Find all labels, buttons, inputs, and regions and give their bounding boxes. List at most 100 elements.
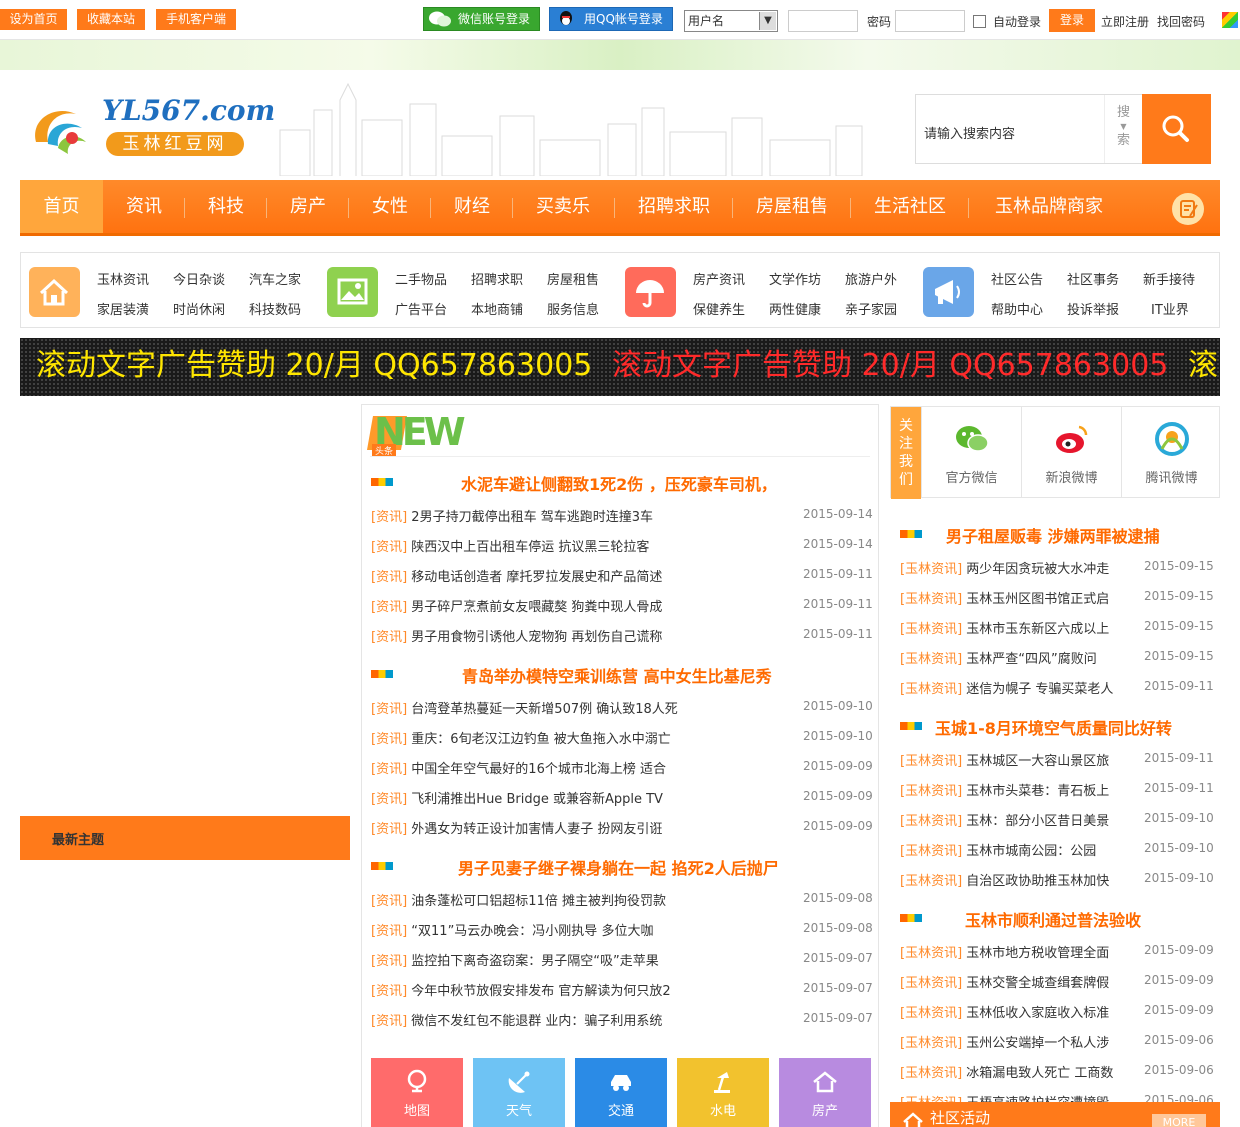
news-title[interactable]: 飞利浦推出Hue Bridge 或兼容新Apple TV: [411, 792, 663, 807]
news-tag[interactable]: [资讯]: [371, 822, 407, 837]
tile-traffic[interactable]: 交通: [575, 1058, 667, 1127]
cat-realestate-news[interactable]: 房产资讯: [693, 269, 745, 288]
news-title[interactable]: 两少年因贪玩被大水冲走: [966, 562, 1109, 577]
nav-brands[interactable]: 玉林品牌商家: [974, 180, 1124, 233]
cat-help[interactable]: 帮助中心: [991, 299, 1043, 318]
cat-ads[interactable]: 广告平台: [395, 299, 447, 318]
news-row[interactable]: [玉林资讯] 迷信为幌子 专骗买菜老人 2015-09-11: [900, 678, 1214, 698]
news-title[interactable]: 冰箱漏电致人死亡 工商数: [966, 1066, 1113, 1081]
news-tag[interactable]: [玉林资讯]: [900, 814, 962, 829]
news-title[interactable]: 玉林玉州区图书馆正式启: [966, 592, 1109, 607]
news-row[interactable]: [玉林资讯] 玉林玉州区图书馆正式启 2015-09-15: [900, 588, 1214, 608]
news-row[interactable]: [玉林资讯] 玉州公安端掉一个私人涉 2015-09-06: [900, 1032, 1214, 1052]
news-tag[interactable]: [资讯]: [371, 924, 407, 939]
social-wechat[interactable]: 官方微信: [921, 407, 1021, 497]
news-row[interactable]: [资讯] 中国全年空气最好的16个城市北海上榜 适合 2015-09-09: [371, 758, 873, 778]
nav-jobs[interactable]: 招聘求职: [620, 180, 728, 233]
social-sina-weibo[interactable]: 新浪微博: [1021, 407, 1121, 497]
cat-home-decor[interactable]: 家居装潢: [97, 299, 149, 318]
news-title[interactable]: 玉林市玉东新区六成以上: [966, 622, 1109, 637]
recover-password-link[interactable]: 找回密码: [1157, 13, 1205, 30]
cat-services[interactable]: 服务信息: [547, 299, 599, 318]
news-row[interactable]: [资讯] 陕西汉中上百出租车停运 抗议黑三轮拉客 2015-09-14: [371, 536, 873, 556]
cat-affairs[interactable]: 社区事务: [1067, 269, 1119, 288]
news-tag[interactable]: [玉林资讯]: [900, 592, 962, 607]
set-home-button[interactable]: 设为首页: [0, 9, 67, 30]
password-input[interactable]: [895, 10, 965, 32]
news-row[interactable]: [玉林资讯] 玉林市玉东新区六成以上 2015-09-15: [900, 618, 1214, 638]
news-tag[interactable]: [玉林资讯]: [900, 976, 962, 991]
news-title[interactable]: 外遇女为转正设计加害情人妻子 扮网友引诳: [411, 822, 662, 837]
nav-tech[interactable]: 科技: [190, 180, 262, 233]
news-tag[interactable]: [玉林资讯]: [900, 784, 962, 799]
news-tag[interactable]: [资讯]: [371, 510, 407, 525]
cat-secondhand[interactable]: 二手物品: [395, 269, 447, 288]
news-row[interactable]: [资讯] 外遇女为转正设计加害情人妻子 扮网友引诳 2015-09-09: [371, 818, 873, 838]
news-title[interactable]: 男子碎尸烹煮前女友喂藏獒 狗粪中现人骨成: [411, 600, 662, 615]
login-type-select[interactable]: 用户名 ▼: [684, 10, 778, 32]
news-title[interactable]: 重庆：6旬老汉江边钓鱼 被大鱼拖入水中溺亡: [411, 732, 670, 747]
cat-family[interactable]: 亲子家园: [845, 299, 897, 318]
skin-switch-icon[interactable]: [1222, 12, 1238, 28]
news-tag[interactable]: [资讯]: [371, 1014, 407, 1029]
news-title[interactable]: 玉林交警全城查缉套牌假: [966, 976, 1109, 991]
news-row[interactable]: [玉林资讯] 玉林严查“四风”腐败问 2015-09-15: [900, 648, 1214, 668]
cat-complaint[interactable]: 投诉举报: [1067, 299, 1119, 318]
cat-announcements[interactable]: 社区公告: [991, 269, 1043, 288]
cat-today-talk[interactable]: 今日杂谈: [173, 269, 225, 288]
news-title[interactable]: 移动电话创造者 摩托罗拉发展史和产品简述: [411, 570, 662, 585]
news-row[interactable]: [玉林资讯] 玉林：部分小区昔日美景 2015-09-10: [900, 810, 1214, 830]
news-row[interactable]: [资讯] 男子用食物引诱他人宠物狗 再划伤自己谎称 2015-09-11: [371, 626, 873, 646]
news-tag[interactable]: [玉林资讯]: [900, 562, 962, 577]
news-tag[interactable]: [资讯]: [371, 600, 407, 615]
tile-map[interactable]: 地图: [371, 1058, 463, 1127]
news-title[interactable]: 油条蓬松可口铝超标11倍 摊主被判拘役罚款: [411, 894, 666, 909]
headline-link[interactable]: 玉林市顺利通过普法验收: [965, 907, 1141, 931]
tile-utilities[interactable]: 水电: [677, 1058, 769, 1127]
news-row[interactable]: [玉林资讯] 玉林市城南公园：公园 2015-09-10: [900, 840, 1214, 860]
news-tag[interactable]: [玉林资讯]: [900, 1036, 962, 1051]
headline-link[interactable]: 青岛举办模特空乘训练营 高中女生比基尼秀: [462, 663, 772, 687]
news-title[interactable]: 中国全年空气最好的16个城市北海上榜 适合: [411, 762, 666, 777]
nav-finance[interactable]: 财经: [436, 180, 508, 233]
news-tag[interactable]: [资讯]: [371, 954, 407, 969]
news-title[interactable]: 玉林严查“四风”腐败问: [966, 652, 1096, 667]
news-tag[interactable]: [玉林资讯]: [900, 682, 962, 697]
cat-digital[interactable]: 科技数码: [249, 299, 301, 318]
bookmark-button[interactable]: 收藏本站: [77, 9, 145, 30]
site-logo[interactable]: YL567.com 玉林红豆网: [20, 94, 275, 160]
nav-news[interactable]: 资讯: [109, 180, 179, 233]
news-row[interactable]: [玉林资讯] 玉林交警全城查缉套牌假 2015-09-09: [900, 972, 1214, 992]
news-row[interactable]: [资讯] 男子碎尸烹煮前女友喂藏獒 狗粪中现人骨成 2015-09-11: [371, 596, 873, 616]
news-row[interactable]: [资讯] 台湾登革热蔓延一天新增507例 确认致18人死 2015-09-10: [371, 698, 873, 718]
news-tag[interactable]: [玉林资讯]: [900, 652, 962, 667]
news-row[interactable]: [玉林资讯] 玉林市地方税收管理全面 2015-09-09: [900, 942, 1214, 962]
news-title[interactable]: 玉林市头菜巷：青石板上: [966, 784, 1109, 799]
news-tag[interactable]: [玉林资讯]: [900, 844, 962, 859]
news-title[interactable]: 台湾登革热蔓延一天新增507例 确认致18人死: [411, 702, 678, 717]
cat-health[interactable]: 保健养生: [693, 299, 745, 318]
news-row[interactable]: [资讯] 油条蓬松可口铝超标11倍 摊主被判拘役罚款 2015-09-08: [371, 890, 873, 910]
username-input[interactable]: [788, 10, 858, 32]
tile-weather[interactable]: 天气: [473, 1058, 565, 1127]
news-title[interactable]: 监控拍下离奇盗窃案：男子隔空“吸”走苹果: [411, 954, 658, 969]
auto-login-checkbox[interactable]: [973, 15, 986, 28]
cat-relationship[interactable]: 两性健康: [769, 299, 821, 318]
news-row[interactable]: [玉林资讯] 玉林市头菜巷：青石板上 2015-09-11: [900, 780, 1214, 800]
news-tag[interactable]: [玉林资讯]: [900, 874, 962, 889]
nav-rental[interactable]: 房屋租售: [738, 180, 846, 233]
tile-housing[interactable]: 房产: [779, 1058, 871, 1127]
news-row[interactable]: [资讯] 今年中秋节放假安排发布 官方解读为何只放2 2015-09-07: [371, 980, 873, 1000]
news-tag[interactable]: [玉林资讯]: [900, 754, 962, 769]
news-row[interactable]: [资讯] “双11”马云办晚会：冯小刚执导 多位大咖 2015-09-08: [371, 920, 873, 940]
news-tag[interactable]: [玉林资讯]: [900, 1066, 962, 1081]
scrolling-ad-banner[interactable]: 滚动文字广告赞助 20/月 QQ657863005 滚动文字广告赞助 20/月 …: [20, 338, 1220, 396]
news-title[interactable]: “双11”马云办晚会：冯小刚执导 多位大咖: [411, 924, 653, 939]
cat-jobs[interactable]: 招聘求职: [471, 269, 523, 288]
news-title[interactable]: 玉林市地方税收管理全面: [966, 946, 1109, 961]
mobile-client-button[interactable]: 手机客户端: [156, 9, 236, 30]
nav-home[interactable]: 首页: [20, 180, 103, 233]
nav-women[interactable]: 女性: [354, 180, 426, 233]
headline-link[interactable]: 水泥车避让侧翻致1死2伤 ，压死豪车司机，: [461, 471, 777, 495]
news-title[interactable]: 迷信为幌子 专骗买菜老人: [966, 682, 1113, 697]
